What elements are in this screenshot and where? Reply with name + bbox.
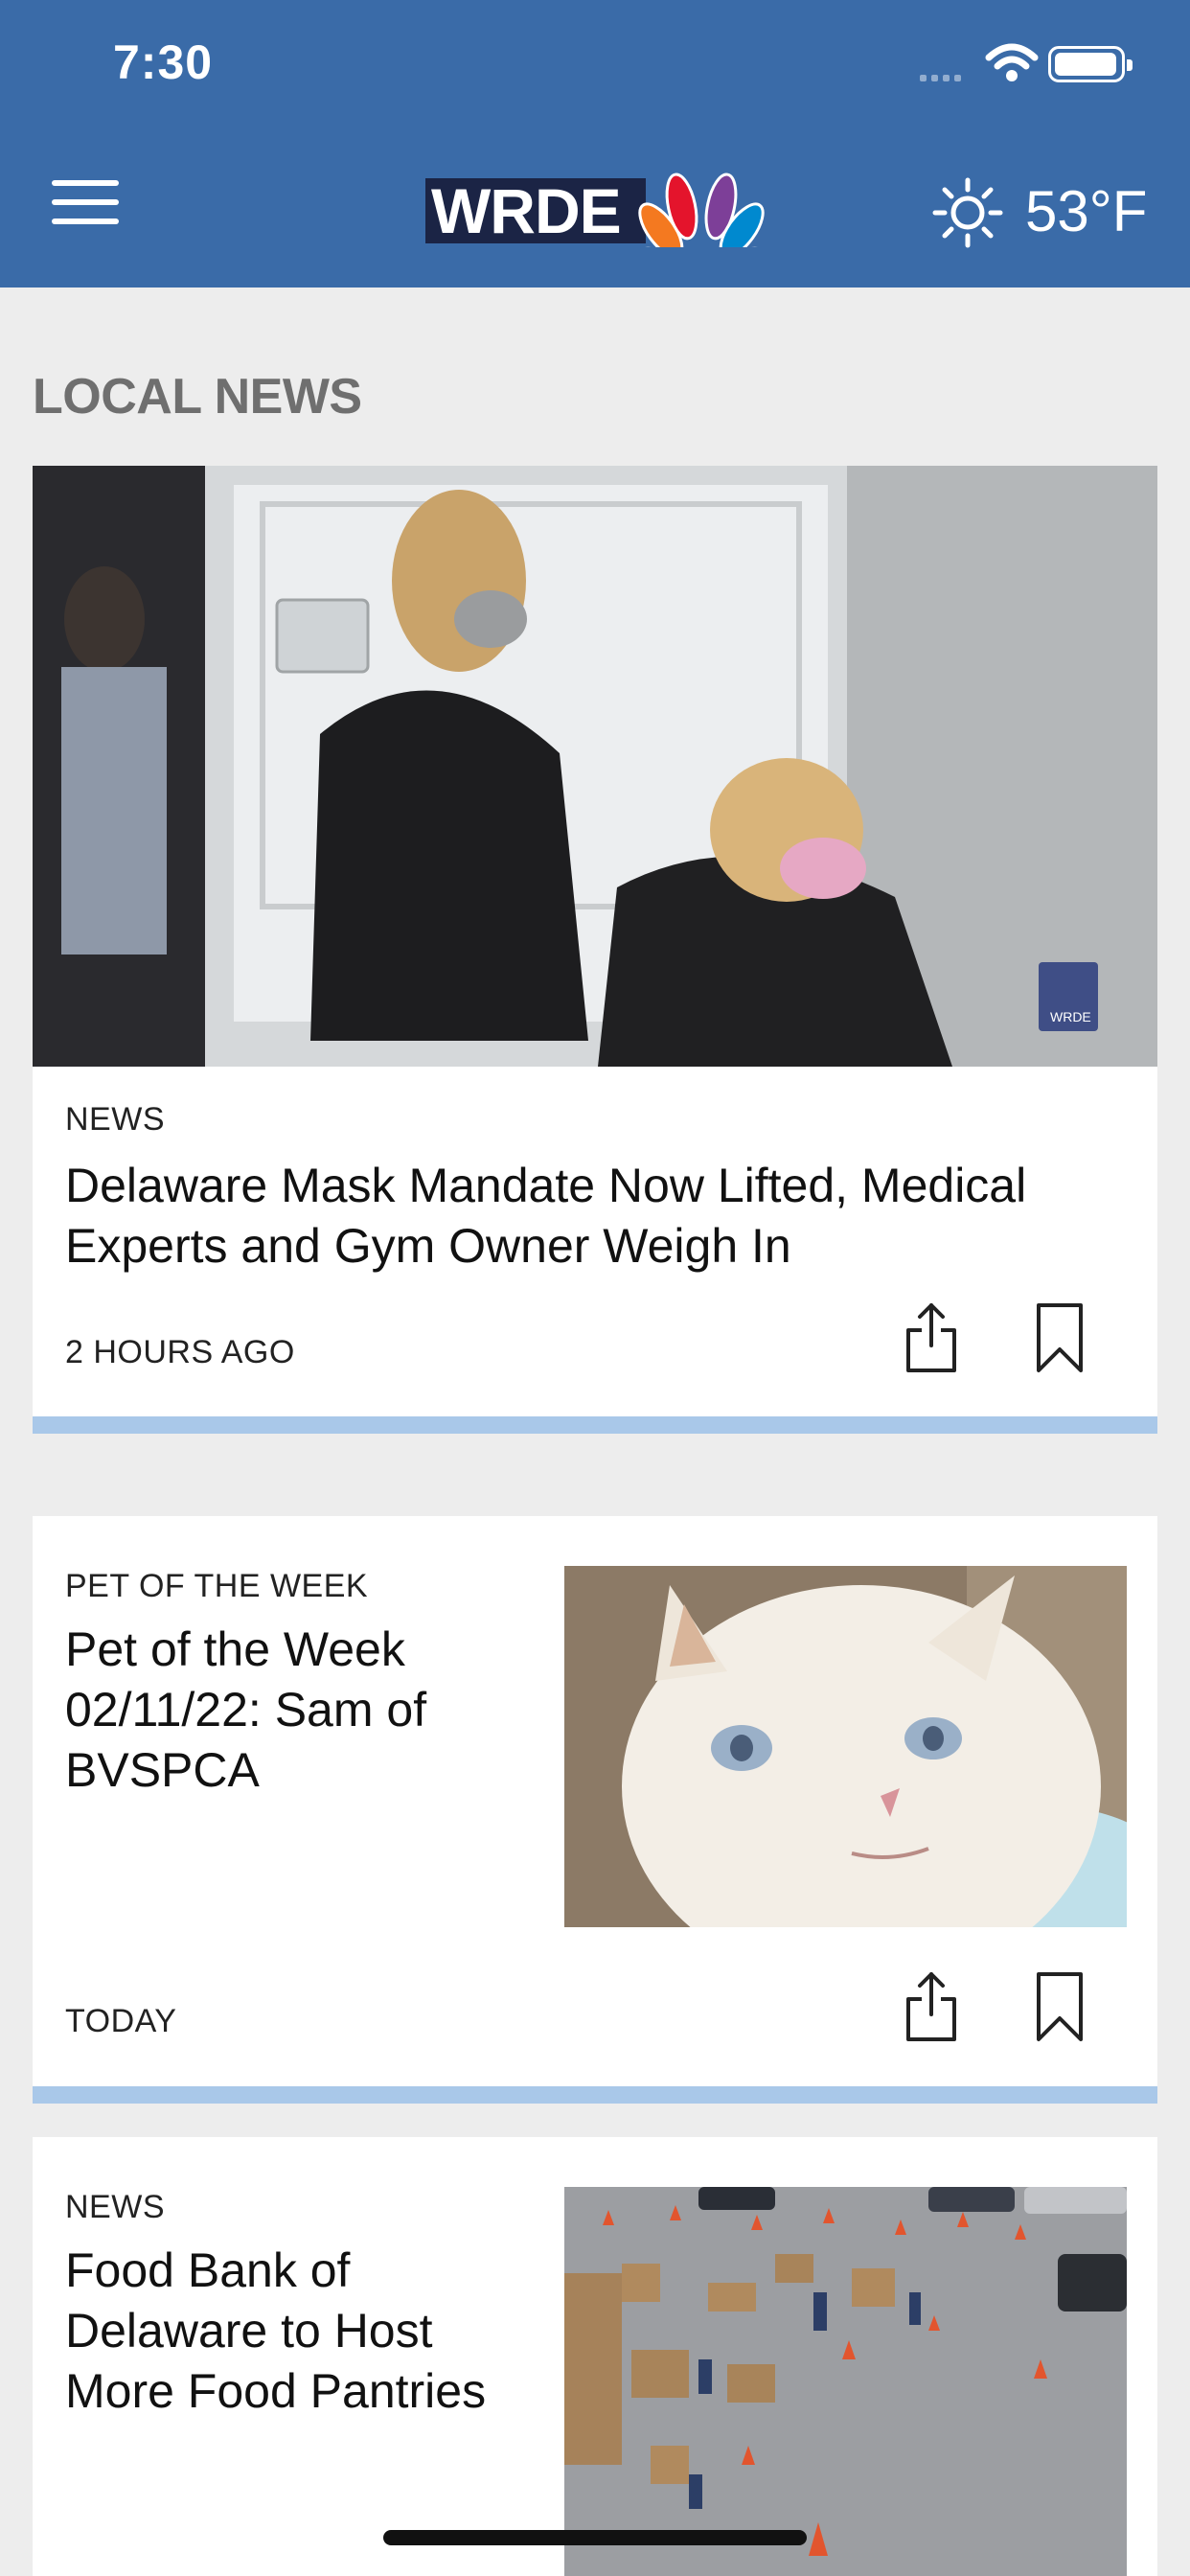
share-icon[interactable] [903,1968,960,2045]
headline-line: Food Bank of [65,2243,351,2297]
bookmark-icon[interactable] [1031,1300,1088,1376]
bookmark-icon[interactable] [1031,1968,1088,2045]
article-hero-image: WRDE [33,466,1157,1067]
card-divider [33,1416,1157,1434]
article-thumbnail[interactable] [564,1566,1127,1927]
status-time: 7:30 [113,35,214,89]
home-indicator [383,2530,807,2545]
wifi-icon [985,43,1039,81]
headline-line: More Food Pantries [65,2364,487,2418]
article-card[interactable]: NEWS Food Bank of Delaware to Host More … [33,2137,1157,2576]
article-headline[interactable]: Food Bank of Delaware to Host More Food … [65,2241,563,2422]
article-category: PET OF THE WEEK [65,1568,369,1604]
article-timestamp: TODAY [65,2003,177,2039]
app-header: 7:30 WRDE 53°F [0,0,1190,288]
menu-button[interactable] [52,180,119,226]
sun-icon [932,177,1003,248]
article-card[interactable]: WRDE NEWS Delaware Mask Mandate Now Lift… [33,466,1157,1416]
cellular-signal-icon [920,69,966,86]
peacock-icon [635,172,767,247]
headline-line: Delaware Mask Mandate Now Lifted, Medica… [65,1159,1027,1212]
wrde-logo: WRDE [425,171,767,247]
card-divider [33,2086,1157,2104]
logo-text: WRDE [425,178,646,243]
svg-text:WRDE: WRDE [1050,1009,1091,1024]
weather-temperature: 53°F [1025,179,1148,243]
article-category: NEWS [65,1101,165,1138]
headline-line: 02/11/22: Sam of [65,1683,427,1736]
share-icon[interactable] [903,1300,960,1376]
section-title: LOCAL NEWS [33,369,362,425]
headline-line: Delaware to Host [65,2304,433,2358]
article-headline[interactable]: Delaware Mask Mandate Now Lifted, Medica… [65,1156,1129,1276]
article-headline[interactable]: Pet of the Week 02/11/22: Sam of BVSPCA [65,1620,563,1801]
article-timestamp: 2 HOURS AGO [65,1334,295,1370]
headline-line: BVSPCA [65,1743,260,1797]
article-category: NEWS [65,2189,165,2225]
battery-icon [1048,46,1133,82]
headline-line: Experts and Gym Owner Weigh In [65,1219,791,1273]
article-thumbnail[interactable] [564,2187,1127,2576]
article-card[interactable]: PET OF THE WEEK Pet of the Week 02/11/22… [33,1516,1157,2086]
headline-line: Pet of the Week [65,1622,405,1676]
